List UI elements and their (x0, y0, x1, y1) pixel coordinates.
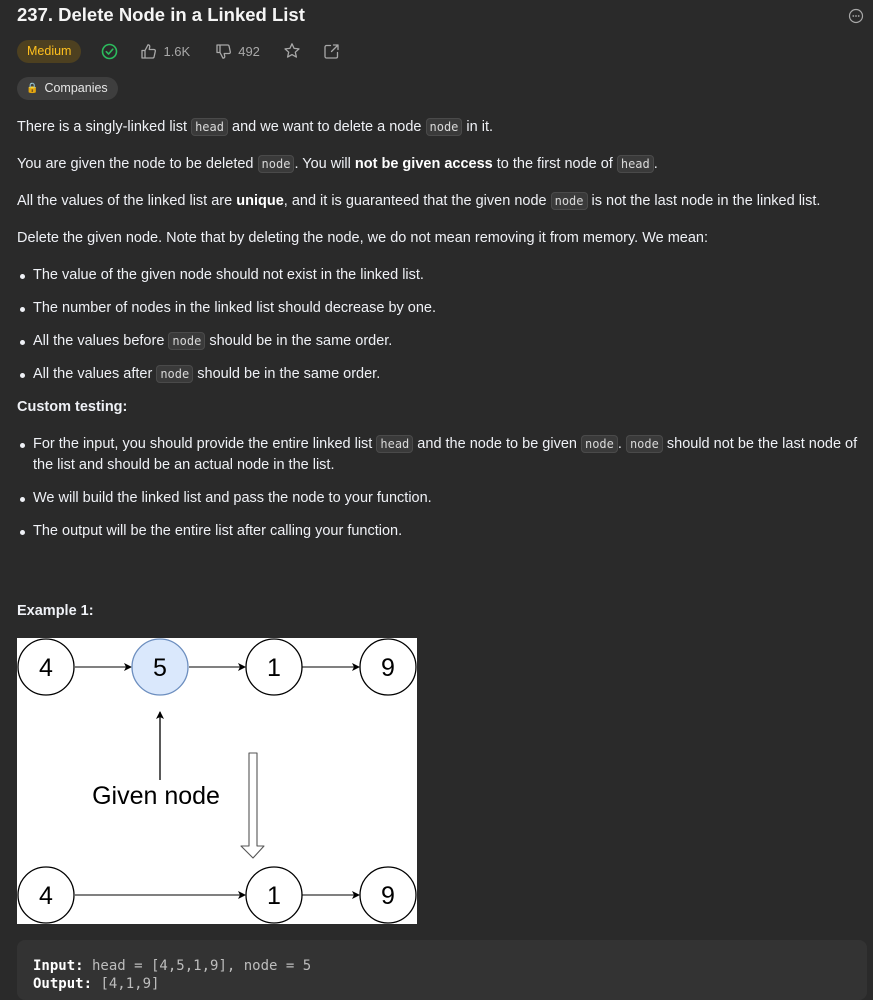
node-value: 9 (381, 654, 395, 682)
thumbs-down-icon (216, 43, 232, 59)
problem-description: 237. Delete Node in a Linked List Medium… (17, 0, 867, 1000)
text: should be in the same order. (205, 333, 393, 349)
list-item: We will build the linked list and pass t… (17, 488, 867, 509)
text: in it. (462, 119, 494, 135)
description-paragraph-1: There is a singly-linked list head and w… (17, 117, 867, 138)
text: . You will (294, 156, 355, 172)
inline-code: node (550, 192, 588, 210)
output-value: [4,1,9] (92, 976, 160, 992)
title-row: 237. Delete Node in a Linked List (17, 0, 867, 32)
list-item: The value of the given node should not e… (17, 265, 867, 286)
list-item: All the values after node should be in t… (17, 364, 867, 385)
list-item: For the input, you should provide the en… (17, 434, 867, 476)
bold-text: not be given access (354, 156, 493, 172)
text: All the values after (33, 366, 157, 382)
node-value: 5 (153, 654, 167, 682)
node-value: 1 (267, 882, 281, 910)
inline-code: head (191, 118, 228, 136)
inline-code: head (616, 155, 654, 173)
like-button[interactable]: 1.6K (140, 43, 190, 60)
text: , and it is guaranteed that the given no… (283, 193, 551, 209)
output-label: Output: (33, 976, 93, 992)
star-icon (284, 43, 300, 58)
requirements-list: The value of the given node should not e… (17, 265, 867, 385)
list-node: 1 (245, 866, 303, 924)
input-value: head = [4,5,1,9], node = 5 (83, 958, 312, 974)
text: There is a singly-linked list (17, 119, 192, 135)
input-label: Input: (33, 958, 84, 974)
description-paragraph-3: All the values of the linked list are un… (17, 191, 867, 212)
solved-check-icon (102, 43, 118, 59)
share-icon (324, 43, 339, 59)
dislike-button[interactable]: 492 (215, 43, 260, 60)
like-count: 1.6K (163, 43, 191, 59)
list-node: 9 (359, 866, 417, 924)
example-1-diagram: 4 5 1 9 Given node 4 1 9 (17, 638, 417, 924)
dislike-count: 492 (238, 43, 260, 59)
transform-arrow (240, 752, 265, 859)
list-item: The number of nodes in the linked list s… (17, 298, 867, 319)
companies-button[interactable]: 🔒 Companies (17, 77, 118, 100)
text: . (653, 156, 658, 172)
text: You are given the node to be deleted (17, 156, 258, 172)
problem-title[interactable]: 237. Delete Node in a Linked List (17, 4, 305, 26)
list-item: All the values before node should be in … (17, 331, 867, 352)
bold-text: unique (236, 193, 284, 209)
description-paragraph-4: Delete the given node. Note that by dele… (17, 230, 709, 246)
text: and the node to be given (413, 436, 581, 452)
lock-icon: 🔒 (26, 83, 39, 94)
inline-code: node (425, 118, 463, 136)
meta-row: Medium 1.6K 492 (17, 36, 867, 66)
text: to the first node of (492, 156, 617, 172)
difficulty-badge: Medium (17, 39, 82, 63)
share-button[interactable] (323, 43, 340, 60)
inline-code: head (376, 435, 414, 453)
example-1-block: Input: head = [4,5,1,9], node = 5 Output… (17, 940, 867, 1000)
custom-testing-heading: Custom testing: (17, 399, 128, 415)
list-node: 9 (359, 638, 417, 696)
example-1-heading: Example 1: (17, 603, 94, 619)
node-value: 4 (39, 654, 53, 682)
description-paragraph-2: You are given the node to be deleted nod… (17, 154, 867, 175)
text: All the values before (33, 333, 169, 349)
node-value: 9 (381, 882, 395, 910)
inline-code: node (156, 365, 194, 383)
node-value: 4 (39, 882, 53, 910)
text: should be in the same order. (193, 366, 381, 382)
solved-indicator (101, 43, 118, 60)
given-node-label: Given node (92, 782, 220, 810)
custom-testing-list: For the input, you should provide the en… (17, 434, 867, 542)
companies-label: Companies (44, 81, 108, 95)
text: is not the last node in the linked list. (587, 193, 821, 209)
node-value: 1 (267, 654, 281, 682)
favorite-button[interactable] (283, 42, 301, 60)
text: For the input, you should provide the en… (33, 436, 377, 452)
inline-code: node (168, 332, 206, 350)
list-item: The output will be the entire list after… (17, 521, 867, 542)
list-node: 1 (245, 638, 303, 696)
text: All the values of the linked list are (17, 193, 237, 209)
inline-code: node (580, 435, 618, 453)
inline-code: node (257, 155, 295, 173)
text: . (617, 436, 626, 452)
list-node: 4 (17, 638, 75, 696)
text: and we want to delete a node (227, 119, 426, 135)
thumbs-up-icon (141, 43, 157, 59)
given-list-node: 5 (131, 638, 189, 696)
inline-code: node (625, 435, 663, 453)
list-node: 4 (17, 866, 75, 924)
